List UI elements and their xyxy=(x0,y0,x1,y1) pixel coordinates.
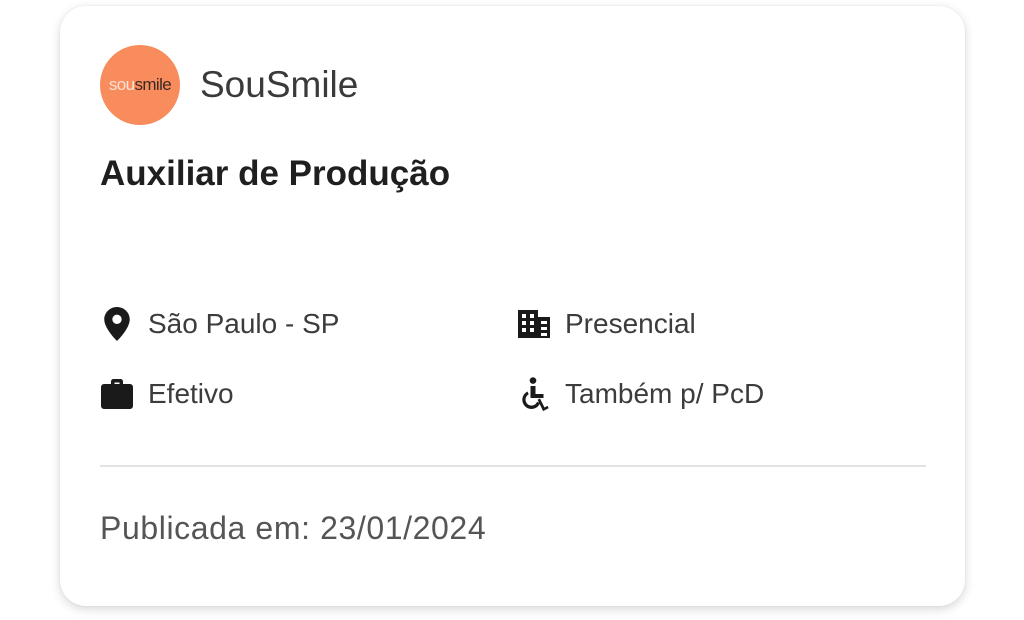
briefcase-icon xyxy=(100,377,134,411)
job-card[interactable]: sousmile SouSmile Auxiliar de Produção S… xyxy=(60,6,965,606)
attribute-workplace: Presencial xyxy=(517,307,696,341)
attribute-workplace-label: Presencial xyxy=(565,308,696,339)
attribute-contract: Efetivo xyxy=(100,377,234,411)
company-logo-text: sousmile xyxy=(108,75,172,94)
published-date: Publicada em: 23/01/2024 xyxy=(100,510,487,546)
card-divider xyxy=(100,465,926,467)
accessibility-icon xyxy=(517,377,551,411)
company-logo: sousmile xyxy=(100,45,180,125)
company-name: SouSmile xyxy=(200,64,359,105)
attribute-pcd-label: Também p/ PcD xyxy=(565,378,765,409)
building-icon xyxy=(517,307,551,341)
attribute-pcd: Também p/ PcD xyxy=(517,377,764,411)
company-header[interactable]: sousmile SouSmile xyxy=(100,45,358,125)
location-pin-icon xyxy=(100,307,134,341)
attribute-location-label: São Paulo - SP xyxy=(148,308,340,339)
attribute-location: São Paulo - SP xyxy=(100,307,339,341)
job-title[interactable]: Auxiliar de Produção xyxy=(100,154,450,194)
attribute-contract-label: Efetivo xyxy=(148,378,234,409)
